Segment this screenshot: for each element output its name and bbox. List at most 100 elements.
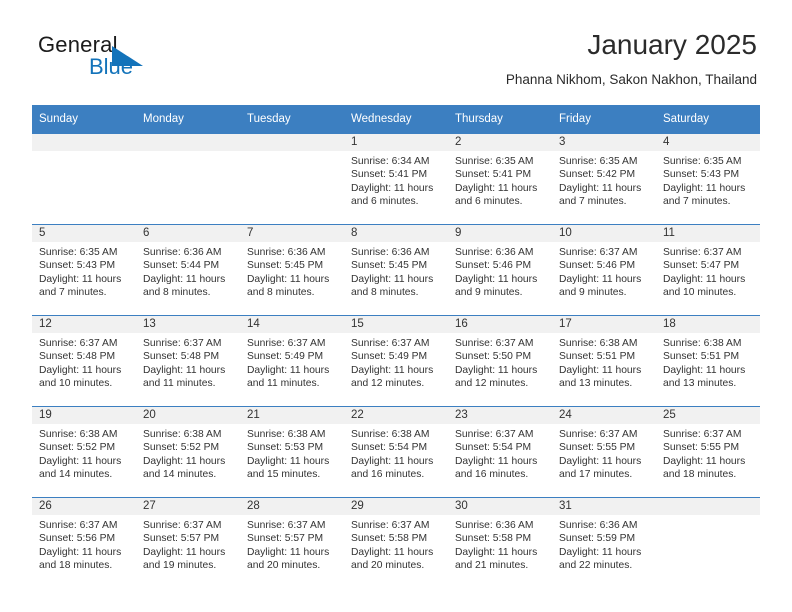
sunrise-text: Sunrise: 6:37 AM	[247, 520, 326, 531]
day-details: Sunrise: 6:35 AM Sunset: 5:43 PM Daylight:…	[656, 151, 760, 209]
daylight-text-line2: and 11 minutes.	[143, 378, 216, 390]
sunrise-text: Sunrise: 6:38 AM	[351, 429, 430, 440]
daylight-text-line1: Daylight: 11 hours	[143, 546, 226, 558]
daylight-text-line1: Daylight: 11 hours	[247, 546, 330, 558]
calendar-day-cell[interactable]: 28 Sunrise: 6:37 AM Sunset: 5:57 PM Dayligh…	[240, 497, 344, 588]
daylight-text-line2: and 18 minutes.	[663, 469, 737, 481]
calendar-day-cell[interactable]: 14 Sunrise: 6:37 AM Sunset: 5:49 PM Dayligh…	[240, 315, 344, 407]
day-details: Sunrise: 6:37 AM Sunset: 5:48 PM Daylight:…	[136, 333, 240, 391]
calendar-day-cell[interactable]: 3 Sunrise: 6:35 AM Sunset: 5:42 PM Daylight…	[552, 133, 656, 225]
calendar-day-cell[interactable]: 30 Sunrise: 6:36 AM Sunset: 5:58 PM Dayligh…	[448, 497, 552, 588]
calendar-day-cell[interactable]: 24 Sunrise: 6:37 AM Sunset: 5:55 PM Dayligh…	[552, 406, 656, 498]
daylight-text-line2: and 20 minutes.	[247, 560, 321, 572]
location-subtitle: Phanna Nikhom, Sakon Nakhon, Thailand	[505, 72, 757, 87]
sunset-text: Sunset: 5:42 PM	[559, 169, 636, 181]
calendar-day-cell[interactable]: 23 Sunrise: 6:37 AM Sunset: 5:54 PM Dayligh…	[448, 406, 552, 498]
daylight-text-line2: and 7 minutes.	[39, 287, 107, 299]
daylight-text-line1: Daylight: 11 hours	[247, 455, 330, 467]
calendar-day-cell[interactable]: 11 Sunrise: 6:37 AM Sunset: 5:47 PM Dayligh…	[656, 224, 760, 316]
daylight-text-line2: and 7 minutes.	[663, 196, 731, 208]
daylight-text-line1: Daylight: 11 hours	[559, 546, 642, 558]
day-number: 31	[552, 498, 656, 515]
calendar-day-cell[interactable]: 26 Sunrise: 6:37 AM Sunset: 5:56 PM Dayligh…	[32, 497, 136, 588]
calendar-cell-empty	[240, 133, 344, 225]
daylight-text-line1: Daylight: 11 hours	[663, 273, 746, 285]
calendar-day-cell[interactable]: 29 Sunrise: 6:37 AM Sunset: 5:58 PM Dayligh…	[344, 497, 448, 588]
day-number: 21	[240, 407, 344, 424]
sunrise-text: Sunrise: 6:35 AM	[455, 156, 534, 167]
sunrise-text: Sunrise: 6:37 AM	[455, 429, 534, 440]
daylight-text-line2: and 8 minutes.	[351, 287, 419, 299]
calendar-day-cell[interactable]: 22 Sunrise: 6:38 AM Sunset: 5:54 PM Dayligh…	[344, 406, 448, 498]
calendar-day-cell[interactable]: 13 Sunrise: 6:37 AM Sunset: 5:48 PM Dayligh…	[136, 315, 240, 407]
day-details: Sunrise: 6:38 AM Sunset: 5:53 PM Daylight:…	[240, 424, 344, 482]
calendar-page: General Blue January 2025 Phanna Nikhom,…	[0, 0, 792, 612]
day-details: Sunrise: 6:37 AM Sunset: 5:57 PM Daylight:…	[240, 515, 344, 573]
daylight-text-line2: and 11 minutes.	[247, 378, 320, 390]
daylight-text-line1: Daylight: 11 hours	[247, 273, 330, 285]
weekday-header-wednesday: Wednesday	[344, 105, 448, 134]
daylight-text-line1: Daylight: 11 hours	[351, 182, 434, 194]
daylight-text-line2: and 6 minutes.	[455, 196, 523, 208]
sunset-text: Sunset: 5:52 PM	[143, 442, 220, 454]
day-details: Sunrise: 6:37 AM Sunset: 5:55 PM Daylight:…	[552, 424, 656, 482]
calendar-day-cell[interactable]: 31 Sunrise: 6:36 AM Sunset: 5:59 PM Dayligh…	[552, 497, 656, 588]
sunrise-text: Sunrise: 6:37 AM	[455, 338, 534, 349]
daylight-text-line1: Daylight: 11 hours	[455, 455, 538, 467]
daylight-text-line1: Daylight: 11 hours	[559, 455, 642, 467]
calendar-week-row: 19 Sunrise: 6:38 AM Sunset: 5:52 PM Dayligh…	[32, 406, 760, 498]
daylight-text-line2: and 22 minutes.	[559, 560, 633, 572]
calendar-day-cell[interactable]: 1 Sunrise: 6:34 AM Sunset: 5:41 PM Daylight…	[344, 133, 448, 225]
day-number: 22	[344, 407, 448, 424]
calendar-day-cell[interactable]: 10 Sunrise: 6:37 AM Sunset: 5:46 PM Dayligh…	[552, 224, 656, 316]
calendar-day-cell[interactable]: 9 Sunrise: 6:36 AM Sunset: 5:46 PM Daylight…	[448, 224, 552, 316]
day-details: Sunrise: 6:36 AM Sunset: 5:44 PM Daylight:…	[136, 242, 240, 300]
calendar-day-cell[interactable]: 4 Sunrise: 6:35 AM Sunset: 5:43 PM Daylight…	[656, 133, 760, 225]
day-details: Sunrise: 6:36 AM Sunset: 5:45 PM Daylight:…	[240, 242, 344, 300]
daylight-text-line1: Daylight: 11 hours	[247, 364, 330, 376]
daylight-text-line1: Daylight: 11 hours	[39, 364, 122, 376]
daylight-text-line2: and 7 minutes.	[559, 196, 627, 208]
calendar-day-cell[interactable]: 25 Sunrise: 6:37 AM Sunset: 5:55 PM Dayligh…	[656, 406, 760, 498]
calendar-day-cell[interactable]: 19 Sunrise: 6:38 AM Sunset: 5:52 PM Dayligh…	[32, 406, 136, 498]
calendar-day-cell[interactable]: 8 Sunrise: 6:36 AM Sunset: 5:45 PM Daylight…	[344, 224, 448, 316]
day-details: Sunrise: 6:35 AM Sunset: 5:41 PM Daylight:…	[448, 151, 552, 209]
day-details: Sunrise: 6:36 AM Sunset: 5:59 PM Daylight:…	[552, 515, 656, 573]
day-details: Sunrise: 6:35 AM Sunset: 5:43 PM Daylight:…	[32, 242, 136, 300]
calendar-day-cell[interactable]: 21 Sunrise: 6:38 AM Sunset: 5:53 PM Dayligh…	[240, 406, 344, 498]
calendar-day-cell[interactable]: 18 Sunrise: 6:38 AM Sunset: 5:51 PM Dayligh…	[656, 315, 760, 407]
calendar-day-cell[interactable]: 20 Sunrise: 6:38 AM Sunset: 5:52 PM Dayligh…	[136, 406, 240, 498]
day-number: 6	[136, 225, 240, 242]
sunrise-text: Sunrise: 6:37 AM	[559, 429, 638, 440]
sunset-text: Sunset: 5:43 PM	[663, 169, 740, 181]
day-details: Sunrise: 6:37 AM Sunset: 5:55 PM Daylight:…	[656, 424, 760, 482]
general-blue-logo[interactable]: General Blue	[35, 32, 215, 92]
day-number: 4	[656, 134, 760, 151]
calendar-day-cell[interactable]: 12 Sunrise: 6:37 AM Sunset: 5:48 PM Dayligh…	[32, 315, 136, 407]
sunset-text: Sunset: 5:49 PM	[351, 351, 428, 363]
calendar-day-cell[interactable]: 7 Sunrise: 6:36 AM Sunset: 5:45 PM Daylight…	[240, 224, 344, 316]
sunrise-text: Sunrise: 6:37 AM	[663, 429, 742, 440]
day-number: 30	[448, 498, 552, 515]
calendar-day-cell[interactable]: 5 Sunrise: 6:35 AM Sunset: 5:43 PM Daylight…	[32, 224, 136, 316]
daylight-text-line1: Daylight: 11 hours	[143, 455, 226, 467]
daylight-text-line2: and 14 minutes.	[143, 469, 217, 481]
sunset-text: Sunset: 5:57 PM	[247, 533, 324, 545]
sunset-text: Sunset: 5:48 PM	[143, 351, 220, 363]
title-block: January 2025 Phanna Nikhom, Sakon Nakhon…	[506, 28, 757, 90]
calendar-day-cell[interactable]: 15 Sunrise: 6:37 AM Sunset: 5:49 PM Dayligh…	[344, 315, 448, 407]
sunrise-text: Sunrise: 6:37 AM	[559, 247, 638, 258]
sunrise-text: Sunrise: 6:34 AM	[351, 156, 430, 167]
daylight-text-line1: Daylight: 11 hours	[559, 182, 642, 194]
calendar-day-cell[interactable]: 17 Sunrise: 6:38 AM Sunset: 5:51 PM Dayligh…	[552, 315, 656, 407]
day-details: Sunrise: 6:37 AM Sunset: 5:50 PM Daylight:…	[448, 333, 552, 391]
calendar-day-cell[interactable]: 6 Sunrise: 6:36 AM Sunset: 5:44 PM Daylight…	[136, 224, 240, 316]
day-details: Sunrise: 6:36 AM Sunset: 5:45 PM Daylight:…	[344, 242, 448, 300]
sunset-text: Sunset: 5:43 PM	[39, 260, 116, 272]
day-details: Sunrise: 6:38 AM Sunset: 5:54 PM Daylight:…	[344, 424, 448, 482]
daylight-text-line2: and 14 minutes.	[39, 469, 113, 481]
daylight-text-line1: Daylight: 11 hours	[39, 546, 122, 558]
calendar-day-cell[interactable]: 27 Sunrise: 6:37 AM Sunset: 5:57 PM Dayligh…	[136, 497, 240, 588]
calendar-day-cell[interactable]: 16 Sunrise: 6:37 AM Sunset: 5:50 PM Dayligh…	[448, 315, 552, 407]
calendar-day-cell[interactable]: 2 Sunrise: 6:35 AM Sunset: 5:41 PM Daylight…	[448, 133, 552, 225]
